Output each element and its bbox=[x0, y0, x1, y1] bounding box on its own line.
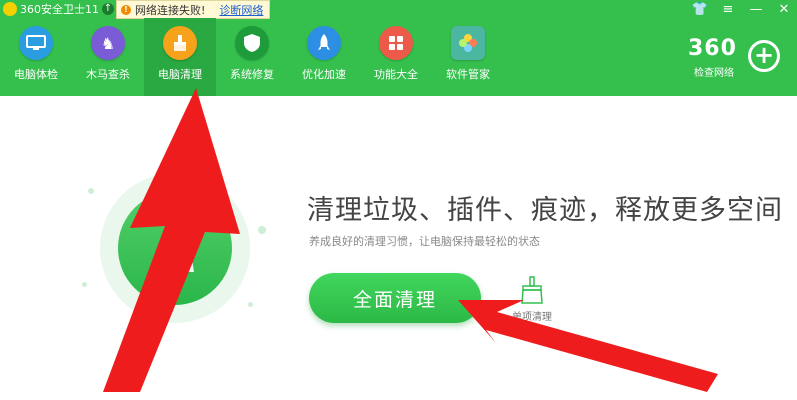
nav-label: 电脑体检 bbox=[14, 68, 58, 81]
network-warning: ! 网络连接失败! 诊断网络 bbox=[116, 0, 271, 19]
nav-label: 电脑清理 bbox=[158, 68, 202, 81]
warning-text: 网络连接失败! bbox=[135, 3, 206, 17]
decor-dot bbox=[258, 226, 266, 234]
brand-logo: 360 bbox=[688, 36, 737, 61]
nav-label: 功能大全 bbox=[374, 68, 418, 81]
rocket-icon bbox=[307, 26, 341, 60]
decor-dot bbox=[82, 282, 87, 287]
nav-item-pc-cleanup[interactable]: 电脑清理 bbox=[144, 18, 216, 96]
nav-item-pc-checkup[interactable]: 电脑体检 bbox=[0, 18, 72, 96]
monitor-icon bbox=[19, 26, 53, 60]
shield-icon bbox=[235, 26, 269, 60]
page-title: 清理垃圾、插件、痕迹，释放更多空间 bbox=[307, 195, 783, 226]
nav-item-trojan-scan[interactable]: ♞ 木马查杀 bbox=[72, 18, 144, 96]
check-network-label: 检查网络 bbox=[694, 68, 734, 79]
upgrade-icon[interactable]: ↑ bbox=[102, 3, 114, 15]
nav-label: 优化加速 bbox=[302, 68, 346, 81]
flower-icon bbox=[451, 26, 485, 60]
horse-icon: ♞ bbox=[91, 26, 125, 60]
diagnose-network-link[interactable]: 诊断网络 bbox=[219, 2, 263, 18]
nav-item-software-manager[interactable]: 软件管家 bbox=[432, 18, 504, 96]
minimize-icon[interactable]: — bbox=[747, 2, 765, 17]
grid-icon bbox=[379, 26, 413, 60]
nav-label: 软件管家 bbox=[446, 68, 490, 81]
app-title: 360安全卫士11 ↑ bbox=[3, 1, 114, 17]
window-controls: 👕 ≡ — ✕ bbox=[691, 0, 793, 18]
nav-item-speedup[interactable]: 优化加速 bbox=[288, 18, 360, 96]
360-logo-icon bbox=[3, 2, 17, 16]
nav-item-system-repair[interactable]: 系统修复 bbox=[216, 18, 288, 96]
nav-label: 系统修复 bbox=[230, 68, 274, 81]
close-icon[interactable]: ✕ bbox=[775, 2, 793, 17]
single-cleanup-button[interactable]: 单项清理 bbox=[512, 276, 552, 323]
brand-check-network[interactable]: 360 + 检查网络 bbox=[688, 36, 788, 80]
broom-illustration-icon bbox=[156, 226, 194, 272]
full-cleanup-button[interactable]: 全面清理 bbox=[309, 273, 481, 323]
nav-label: 木马查杀 bbox=[86, 68, 130, 81]
cleanup-panel: 清理垃圾、插件、痕迹，释放更多空间 养成良好的清理习惯，让电脑保持最轻松的状态 … bbox=[0, 96, 797, 400]
broom-icon bbox=[163, 26, 197, 60]
top-header: 360安全卫士11 ↑ ! 网络连接失败! 诊断网络 👕 ≡ — ✕ 电脑体检 … bbox=[0, 0, 797, 96]
skin-icon[interactable]: 👕 bbox=[691, 2, 709, 17]
main-nav: 电脑体检 ♞ 木马查杀 电脑清理 系统修复 优化加速 功能大全 软件管家 bbox=[0, 18, 504, 96]
plus-icon: + bbox=[748, 40, 780, 72]
small-broom-icon bbox=[521, 276, 543, 304]
decor-dot bbox=[88, 188, 94, 194]
app-title-text: 360安全卫士11 bbox=[20, 3, 99, 16]
single-cleanup-label: 单项清理 bbox=[512, 312, 552, 323]
page-subtitle: 养成良好的清理习惯，让电脑保持最轻松的状态 bbox=[309, 235, 540, 248]
decor-dot bbox=[248, 302, 253, 307]
menu-icon[interactable]: ≡ bbox=[719, 2, 737, 17]
nav-item-all-features[interactable]: 功能大全 bbox=[360, 18, 432, 96]
warning-icon: ! bbox=[121, 4, 131, 15]
title-bar: 360安全卫士11 ↑ ! 网络连接失败! 诊断网络 👕 ≡ — ✕ bbox=[0, 0, 797, 19]
